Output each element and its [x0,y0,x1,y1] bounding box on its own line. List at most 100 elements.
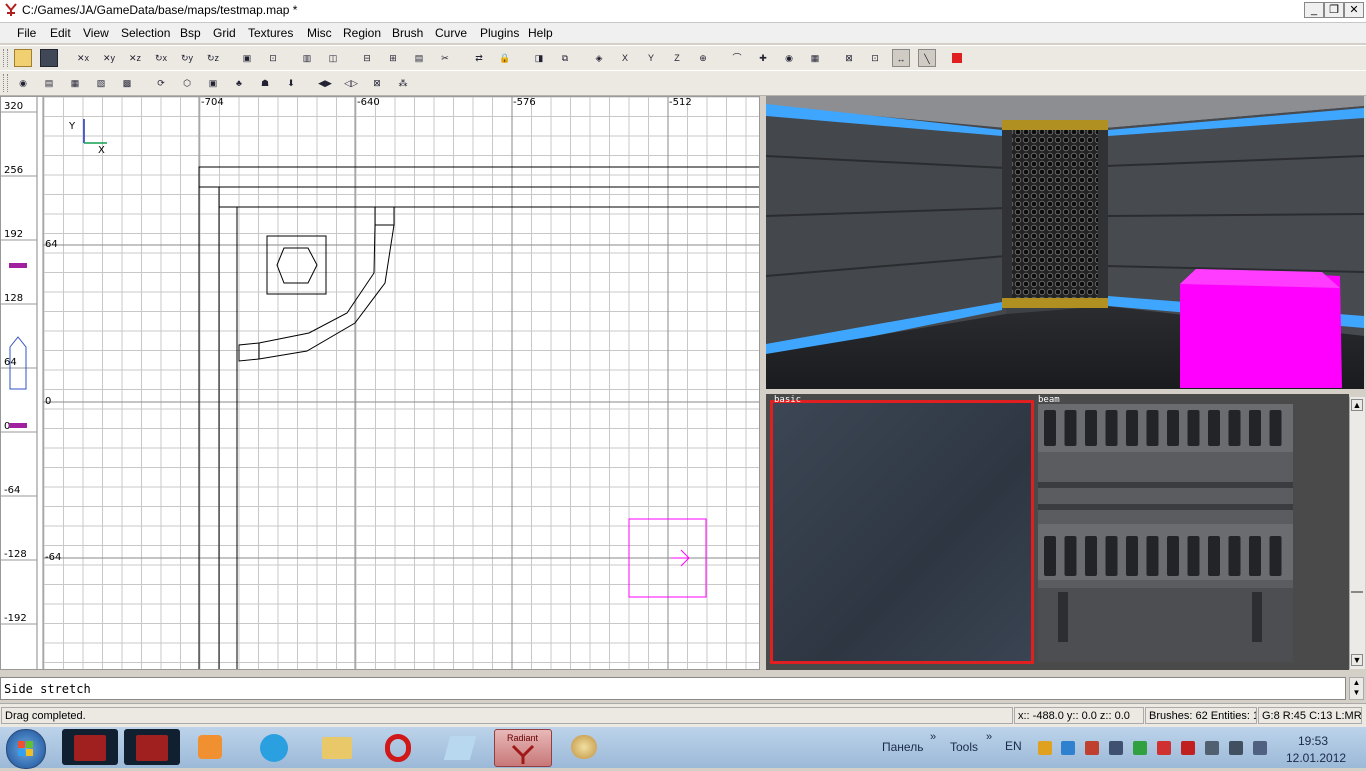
menu-view[interactable]: View [83,26,109,40]
tree-icon[interactable]: ♣ [230,74,248,92]
crossed-box-icon[interactable]: ⊠ [368,74,386,92]
patch-weld-icon[interactable]: ✚ [754,49,772,67]
texture-browser[interactable]: basic beam [766,394,1349,670]
down-arrow-icon[interactable]: ⬇ [282,74,300,92]
scale-icon[interactable]: ↔ [892,49,910,67]
red-flip-icon[interactable]: ◀▶ [316,74,334,92]
brush-icon[interactable]: ▩ [118,74,136,92]
patch-tool-icon[interactable]: ⊕ [694,49,712,67]
explorer-app[interactable] [308,729,364,765]
flip-x-icon[interactable]: ✕x [74,49,92,67]
patch-drill-icon[interactable]: ◉ [780,49,798,67]
clock-time[interactable]: 19:53 [1298,734,1328,748]
red-brush-icon[interactable] [952,53,962,63]
paint-app[interactable] [556,729,612,765]
scroll-thumb[interactable] [1351,591,1363,593]
menu-region[interactable]: Region [343,26,381,40]
chevron-icon[interactable]: » [986,731,992,743]
start-button[interactable] [6,729,46,769]
paint-icon[interactable]: ▣ [204,74,222,92]
jedi-academy-mp-app[interactable] [124,729,180,765]
menu-curve[interactable]: Curve [435,26,467,40]
scroll-down-arrow-icon[interactable]: ▼ [1351,654,1363,666]
csg-merge-icon[interactable]: ⊞ [384,49,402,67]
cubic-clip-icon[interactable]: ⧉ [556,49,574,67]
entity-window-icon[interactable]: ▦ [66,74,84,92]
clock-date[interactable]: 12.01.2012 [1286,751,1346,765]
select-inside-icon[interactable]: ◫ [324,49,342,67]
texture-lock-icon[interactable]: 🔒 [496,49,514,67]
grid-canvas[interactable]: 320 256 192 128 64 0 -64 -128 -192 Y X -704 -640… [1,97,760,670]
view-z-icon[interactable]: Z [668,49,686,67]
radiant-app[interactable]: Radiant [494,729,552,767]
tray-app-icon[interactable] [1085,741,1099,755]
red-mirror-icon[interactable]: ◁▷ [342,74,360,92]
menu-bsp[interactable]: Bsp [180,26,201,40]
flip-z-icon[interactable]: ✕z [126,49,144,67]
texture-tile-beam[interactable] [1038,404,1293,662]
select-partial-tall-icon[interactable]: ▥ [298,49,316,67]
notepad-app[interactable] [432,729,488,765]
show-patches-icon[interactable]: ▦ [806,49,824,67]
camera-render[interactable] [766,96,1364,389]
camera-preview-icon[interactable]: ◨ [530,49,548,67]
console-scrollbar[interactable]: ▲ ▼ [1349,677,1364,700]
change-views-icon[interactable]: ⇄ [470,49,488,67]
console-window-icon[interactable]: ▧ [92,74,110,92]
menu-selection[interactable]: Selection [121,26,170,40]
tray-volume-icon[interactable] [1253,741,1267,755]
camera-3d-view[interactable] [766,96,1364,389]
select-touching-icon[interactable]: ⊡ [264,49,282,67]
menu-plugins[interactable]: Plugins [480,26,519,40]
hollow-icon[interactable]: ▤ [410,49,428,67]
camera-icon[interactable]: ◉ [14,74,32,92]
menu-textures[interactable]: Textures [248,26,293,40]
menu-grid[interactable]: Grid [213,26,236,40]
tools-toolbar-label[interactable]: Tools [950,740,978,754]
tray-flag-icon[interactable] [1157,741,1171,755]
view-y-icon[interactable]: Y [642,49,660,67]
refresh-icon[interactable]: ⟳ [152,74,170,92]
toolbar-grip[interactable] [3,49,8,67]
menu-help[interactable]: Help [528,26,553,40]
jedi-academy-app[interactable] [62,729,118,765]
save-icon[interactable] [40,49,58,67]
console-scroll-arrows-icon[interactable]: ▲ ▼ [1350,678,1363,698]
tray-check-icon[interactable] [1133,741,1147,755]
open-icon[interactable] [14,49,32,67]
menu-file[interactable]: File [17,26,36,40]
chevron-icon[interactable]: » [930,731,936,743]
patch-bend-icon[interactable]: ⌒ [728,49,746,67]
opera-app[interactable] [370,729,426,765]
tray-security-icon[interactable] [1181,741,1195,755]
dont-select-model-icon[interactable]: ⊠ [840,49,858,67]
dont-select-curve-icon[interactable]: ⊡ [866,49,884,67]
console-output[interactable]: Side stretch [0,677,1346,700]
minimize-button[interactable]: _ [1304,2,1324,18]
maximize-button[interactable]: ❐ [1324,2,1344,18]
view-entities-icon[interactable]: ◈ [590,49,608,67]
view-x-icon[interactable]: X [616,49,634,67]
rotate-x-icon[interactable]: ↻x [152,49,170,67]
skype-app[interactable] [246,729,302,765]
xy-grid-view[interactable]: 320 256 192 128 64 0 -64 -128 -192 Y X -704 -640… [0,96,760,670]
creature-icon[interactable]: ☗ [256,74,274,92]
tray-app-icon[interactable] [1038,741,1052,755]
media-player-app[interactable] [184,729,240,765]
toolbar-grip[interactable] [3,74,8,92]
close-button[interactable]: ✕ [1344,2,1364,18]
menu-edit[interactable]: Edit [50,26,71,40]
flip-y-icon[interactable]: ✕y [100,49,118,67]
clipper-icon[interactable]: ✂ [436,49,454,67]
texture-scrollbar[interactable]: ▲ ▼ [1349,397,1365,669]
panel-toolbar-label[interactable]: Панель [882,740,923,754]
menu-brush[interactable]: Brush [392,26,423,40]
scroll-up-arrow-icon[interactable]: ▲ [1351,399,1363,411]
rotate-z-icon[interactable]: ↻z [204,49,222,67]
select-complete-tall-icon[interactable]: ▣ [238,49,256,67]
tray-app-icon[interactable] [1061,741,1075,755]
menu-misc[interactable]: Misc [307,26,332,40]
hexagon-icon[interactable]: ⬡ [178,74,196,92]
tray-network-icon[interactable] [1229,741,1243,755]
texture-window-icon[interactable]: ▤ [40,74,58,92]
